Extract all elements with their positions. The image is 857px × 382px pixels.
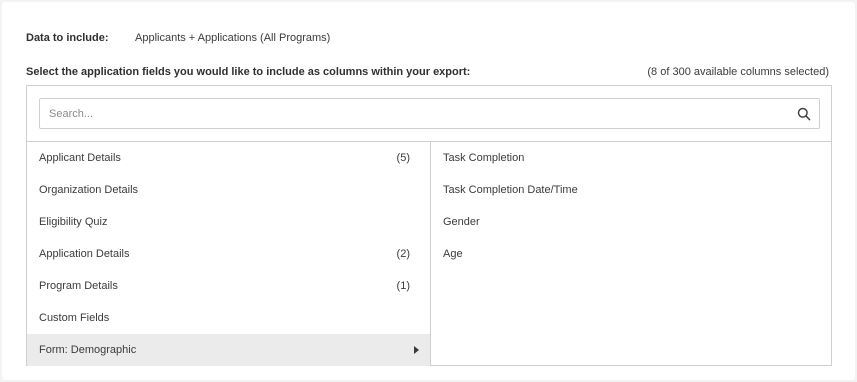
category-list: Applicant Details (5) Organization Detai… bbox=[27, 142, 431, 366]
category-label: Form: Demographic bbox=[39, 344, 137, 356]
category-count: (1) bbox=[396, 280, 410, 292]
category-label: Program Details bbox=[39, 280, 118, 292]
category-label: Custom Fields bbox=[39, 312, 110, 324]
selection-count: (8 of 300 available columns selected) bbox=[647, 66, 829, 78]
caret-right-icon bbox=[414, 346, 419, 354]
field-item-gender[interactable]: Gender bbox=[431, 206, 831, 238]
category-count: (5) bbox=[396, 152, 410, 164]
category-item-custom-fields[interactable]: Custom Fields bbox=[27, 302, 430, 334]
search-input[interactable] bbox=[40, 99, 769, 128]
field-item-age[interactable]: Age bbox=[431, 238, 831, 270]
category-label: Organization Details bbox=[39, 184, 139, 196]
search-box bbox=[39, 98, 820, 129]
field-list: Task Completion Task Completion Date/Tim… bbox=[431, 142, 831, 366]
data-include-label: Data to include: bbox=[26, 32, 109, 44]
category-label: Application Details bbox=[39, 248, 130, 260]
category-count: (2) bbox=[396, 248, 410, 260]
category-item-program-details[interactable]: Program Details (1) bbox=[27, 270, 430, 302]
data-include-value: Applicants + Applications (All Programs) bbox=[135, 32, 331, 44]
data-include-row: Data to include: Applicants + Application… bbox=[26, 31, 330, 45]
fields-prompt: Select the application fields you would … bbox=[26, 66, 471, 78]
field-item-task-completion-datetime[interactable]: Task Completion Date/Time bbox=[431, 174, 831, 206]
category-item-eligibility-quiz[interactable]: Eligibility Quiz bbox=[27, 206, 430, 238]
category-label: Applicant Details bbox=[39, 152, 121, 164]
field-picker: Applicant Details (5) Organization Detai… bbox=[26, 85, 832, 366]
field-item-task-completion[interactable]: Task Completion bbox=[431, 142, 831, 174]
category-item-organization-details[interactable]: Organization Details bbox=[27, 174, 430, 206]
search-icon[interactable] bbox=[797, 107, 811, 121]
category-item-application-details[interactable]: Application Details (2) bbox=[27, 238, 430, 270]
category-label: Eligibility Quiz bbox=[39, 216, 108, 228]
export-panel: Data to include: Applicants + Application… bbox=[2, 2, 855, 380]
category-item-applicant-details[interactable]: Applicant Details (5) bbox=[27, 142, 430, 174]
category-item-form-demographic[interactable]: Form: Demographic bbox=[27, 334, 430, 366]
